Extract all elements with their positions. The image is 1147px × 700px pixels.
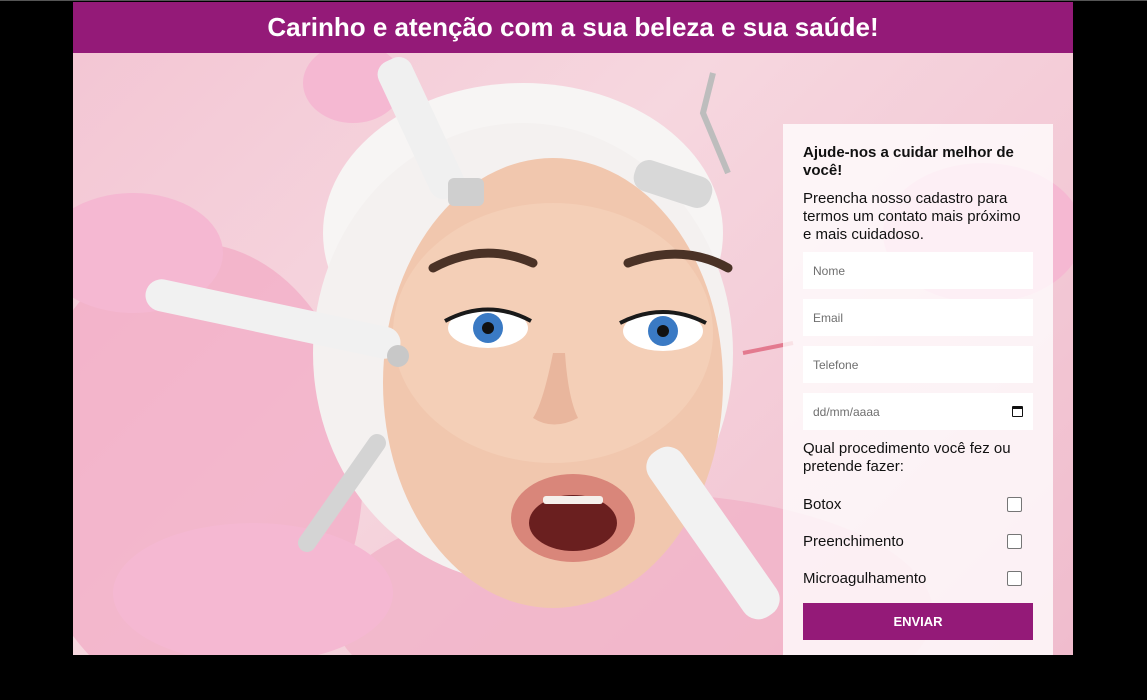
email-placeholder: Email bbox=[813, 310, 844, 325]
option-label: Preenchimento bbox=[803, 533, 904, 550]
submit-button[interactable]: ENVIAR bbox=[803, 603, 1033, 640]
date-input[interactable]: dd/mm/aaaa bbox=[803, 393, 1033, 430]
date-placeholder: dd/mm/aaaa bbox=[813, 404, 880, 419]
preenchimento-checkbox[interactable] bbox=[1007, 534, 1022, 549]
hero-image: Ajude-nos a cuidar melhor de você! Preen… bbox=[73, 53, 1073, 655]
signup-form: Ajude-nos a cuidar melhor de você! Preen… bbox=[783, 124, 1053, 655]
top-border bbox=[0, 0, 1147, 1]
option-label: Botox bbox=[803, 496, 842, 513]
form-intro: Preencha nosso cadastro para termos um c… bbox=[803, 190, 1021, 243]
name-placeholder: Nome bbox=[813, 263, 846, 278]
name-input[interactable]: Nome bbox=[803, 252, 1033, 289]
calendar-icon[interactable] bbox=[1012, 406, 1023, 417]
page-title: Carinho e atenção com a sua beleza e sua… bbox=[267, 12, 879, 42]
procedure-question: Qual procedimento você fez ou pretende f… bbox=[803, 440, 1011, 475]
option-botox: Botox bbox=[803, 486, 1033, 523]
botox-checkbox[interactable] bbox=[1007, 497, 1022, 512]
option-preenchimento: Preenchimento bbox=[803, 523, 1033, 560]
landing-page: Carinho e atenção com a sua beleza e sua… bbox=[73, 2, 1073, 655]
page-header: Carinho e atenção com a sua beleza e sua… bbox=[73, 2, 1073, 53]
email-input[interactable]: Email bbox=[803, 299, 1033, 336]
form-heading: Ajude-nos a cuidar melhor de você! bbox=[803, 144, 1014, 179]
option-label: Microagulhamento bbox=[803, 570, 927, 587]
phone-placeholder: Telefone bbox=[813, 357, 859, 372]
option-microagulhamento: Microagulhamento bbox=[803, 560, 1033, 597]
microagulhamento-checkbox[interactable] bbox=[1007, 571, 1022, 586]
phone-input[interactable]: Telefone bbox=[803, 346, 1033, 383]
